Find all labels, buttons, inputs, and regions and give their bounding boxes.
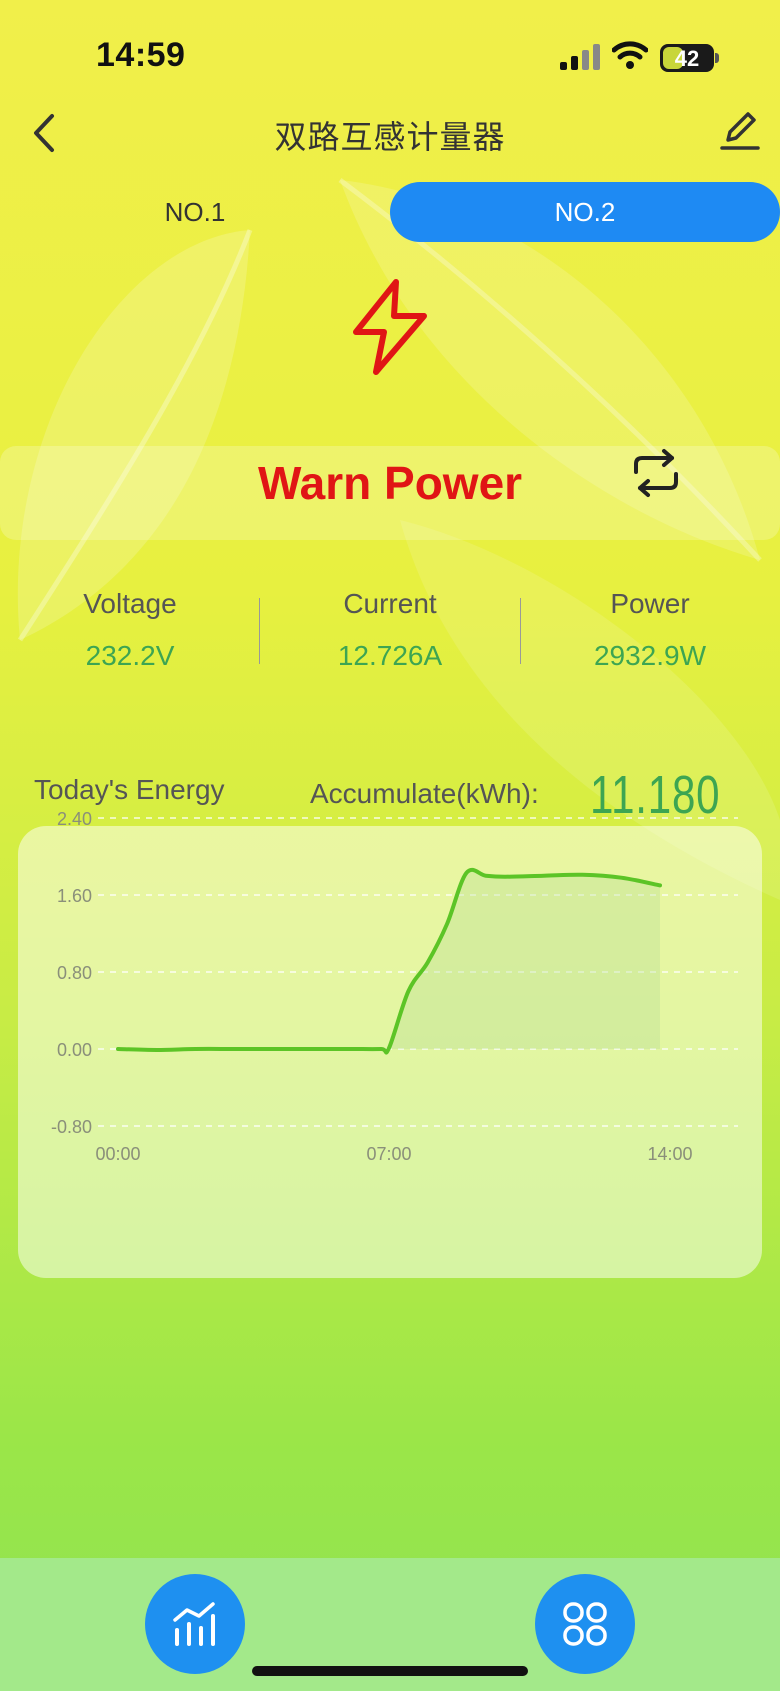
x-tick-label: 07:00 (366, 1144, 411, 1164)
y-tick-label: 0.00 (57, 1040, 92, 1060)
energy-chart: 2.40 1.60 0.80 0.00 -0.8000:00 07:00 14:00 (51, 809, 738, 1164)
battery-icon: 42 (660, 44, 714, 72)
x-tick-label: 14:00 (647, 1144, 692, 1164)
grid-menu-icon (563, 1602, 607, 1646)
tab-no2[interactable]: NO.2 (390, 182, 780, 242)
y-tick-label: 0.80 (57, 963, 92, 983)
chart-stats-icon (173, 1602, 215, 1646)
todays-energy-label: Today's Energy (34, 774, 225, 805)
status-time: 14:59 (96, 36, 186, 74)
current-label: Current (343, 588, 437, 619)
y-tick-label: 1.60 (57, 886, 92, 906)
wifi-icon (612, 41, 648, 69)
voltage-value: 232.2V (85, 640, 175, 671)
swap-refresh-icon[interactable] (628, 448, 684, 498)
voltage-label: Voltage (83, 588, 177, 619)
battery-tip (715, 53, 719, 63)
accumulate-value: 11.180 (590, 765, 721, 825)
home-indicator (252, 1666, 528, 1676)
current-value: 12.726A (337, 640, 443, 671)
power-value: 2932.9W (593, 640, 707, 671)
y-tick-label: 2.40 (57, 809, 92, 829)
edit-button[interactable] (718, 108, 762, 154)
x-tick-label: 00:00 (95, 1144, 140, 1164)
menu-grid-button[interactable] (535, 1574, 635, 1674)
tab-no1[interactable]: NO.1 (40, 182, 350, 242)
lightning-bolt-icon (353, 279, 427, 375)
page-title: 双路互感计量器 (274, 119, 506, 155)
accumulate-label: Accumulate(kWh): (310, 778, 539, 809)
power-label: Power (610, 588, 690, 619)
statistics-button[interactable] (145, 1574, 245, 1674)
battery-level: 42 (674, 46, 700, 71)
energy-area (118, 869, 660, 1053)
cellular-signal-icon (560, 44, 600, 70)
y-tick-label: -0.80 (51, 1117, 92, 1137)
